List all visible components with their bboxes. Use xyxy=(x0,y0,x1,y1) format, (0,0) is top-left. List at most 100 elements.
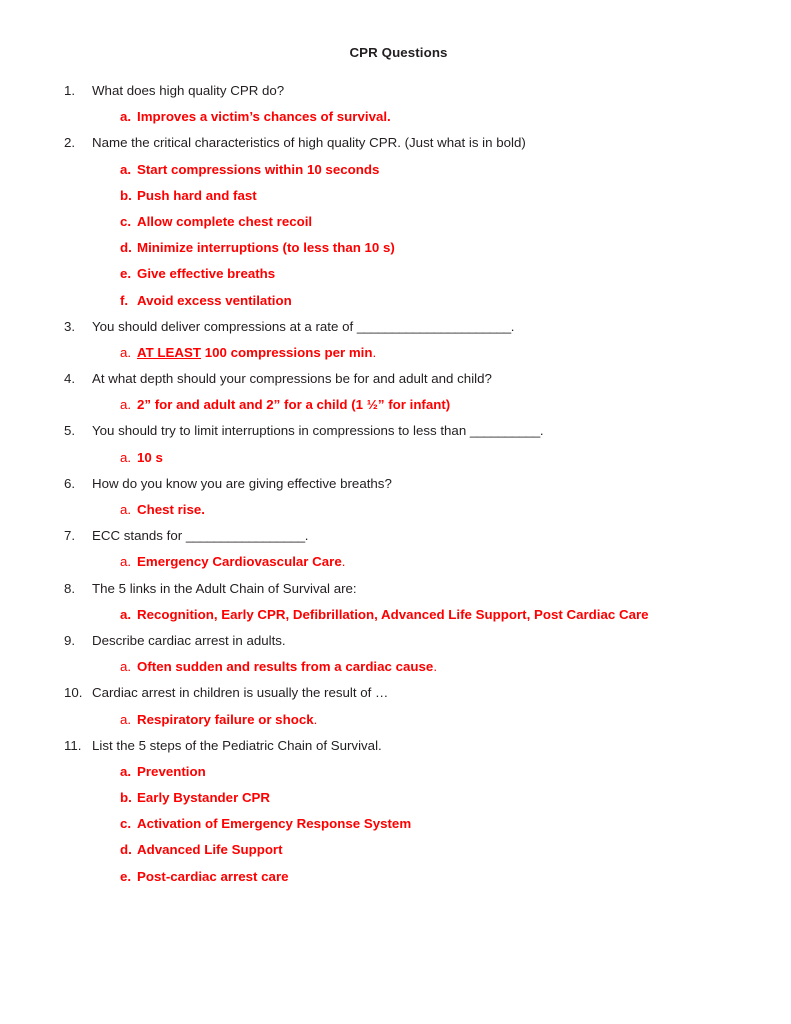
answer-text: Advanced Life Support xyxy=(137,842,283,858)
answer-text: Start compressions within 10 seconds xyxy=(137,161,380,177)
question-item: 1. What does high quality CPR do? xyxy=(0,78,791,104)
fill-in-blank: _________________ xyxy=(185,528,305,544)
question-number: 4. xyxy=(64,371,76,387)
answer-item: e. Give effective breaths xyxy=(0,261,791,287)
question-number: 8. xyxy=(64,580,76,596)
question-number: 1. xyxy=(64,83,76,98)
answer-text-tail: . xyxy=(313,711,318,727)
question-text: The 5 links in the Adult Chain of Surviv… xyxy=(92,580,357,596)
answer-letter: a. xyxy=(120,659,132,675)
answer-text: 2” for and adult and 2” for a child (1 ½… xyxy=(137,397,451,413)
answer-item: a. Emergency Cardiovascular Care. xyxy=(0,549,791,575)
question-number: 10. xyxy=(64,685,83,701)
answer-text: Emergency Cardiovascular Care xyxy=(137,554,342,570)
answer-text: Often sudden and results from a cardiac … xyxy=(137,659,434,675)
question-number: 7. xyxy=(64,528,76,544)
question-item: 3. You should deliver compressions at a r… xyxy=(0,314,791,340)
answer-text: Improves a victim’s chances of survival. xyxy=(137,109,391,125)
answer-letter: c. xyxy=(120,213,132,229)
question-item: 11. List the 5 steps of the Pediatric Cha… xyxy=(0,733,791,759)
document-page: CPR Questions 1. What does high quality C… xyxy=(0,0,791,1024)
question-text-tail: . xyxy=(510,318,515,334)
question-text-tail: . xyxy=(539,423,544,439)
answer-item: a. Start compressions within 10 seconds xyxy=(0,157,791,183)
answer-text: Chest rise. xyxy=(137,502,205,517)
answer-item: a. 10 s xyxy=(0,445,791,471)
answer-text-tail: . xyxy=(433,659,438,675)
answer-item: a. Improves a victim’s chances of surviva… xyxy=(0,104,791,130)
answer-letter: c. xyxy=(120,816,132,832)
answer-underlined-text: AT LEAST xyxy=(137,344,202,360)
question-text: At what depth should your compressions b… xyxy=(92,371,492,387)
answer-letter: a. xyxy=(120,397,132,413)
answer-text: Prevention xyxy=(137,763,206,779)
question-item: 4. At what depth should your compressions… xyxy=(0,366,791,392)
answer-item: a. Often sudden and results from a cardia… xyxy=(0,654,791,680)
question-text: You should try to limit interruptions in… xyxy=(92,423,470,439)
answer-item: d. Advanced Life Support xyxy=(0,837,791,863)
answer-item: a. Prevention xyxy=(0,759,791,785)
page-title: CPR Questions xyxy=(349,45,448,60)
answer-text: Post-cardiac arrest care xyxy=(137,868,289,884)
question-number: 3. xyxy=(64,318,76,334)
question-number: 9. xyxy=(64,632,76,648)
answer-letter: a. xyxy=(120,606,132,622)
answer-letter: e. xyxy=(120,868,132,884)
answer-item: a. Respiratory failure or shock. xyxy=(0,707,791,733)
answer-text: Give effective breaths xyxy=(137,266,276,282)
answer-text: Early Bystander CPR xyxy=(137,790,271,806)
question-item: 8. The 5 links in the Adult Chain of Surv… xyxy=(0,576,791,602)
answer-text: Activation of Emergency Response System xyxy=(137,816,412,832)
answer-letter: a. xyxy=(120,161,132,177)
question-text: You should deliver compressions at a rat… xyxy=(92,318,357,334)
answer-letter: f. xyxy=(120,292,129,308)
question-number: 5. xyxy=(64,423,76,439)
question-number: 11. xyxy=(64,737,82,753)
answer-text: Respiratory failure or shock xyxy=(137,711,314,727)
question-text: Name the critical characteristics of hig… xyxy=(92,135,526,151)
answer-letter: a. xyxy=(120,711,132,727)
answer-letter: a. xyxy=(120,344,132,360)
answer-letter: b. xyxy=(120,187,132,203)
answer-letter: a. xyxy=(120,502,132,517)
question-text: What does high quality CPR do? xyxy=(92,83,285,98)
question-item: 9. Describe cardiac arrest in adults. xyxy=(0,628,791,654)
answer-text: Push hard and fast xyxy=(137,187,257,203)
question-text-tail: . xyxy=(304,528,309,544)
question-item: 5. You should try to limit interruptions … xyxy=(0,418,791,444)
answer-item: c. Allow complete chest recoil xyxy=(0,209,791,235)
answer-text: Recognition, Early CPR, Defibrillation, … xyxy=(137,606,649,622)
answer-letter: b. xyxy=(120,790,132,806)
answer-item: c. Activation of Emergency Response Syste… xyxy=(0,811,791,837)
answer-text: Avoid excess ventilation xyxy=(137,292,292,308)
fill-in-blank: __________ xyxy=(469,423,540,439)
question-text: How do you know you are giving effective… xyxy=(92,475,392,491)
question-text: Cardiac arrest in children is usually th… xyxy=(92,685,389,701)
questions-list: 1. What does high quality CPR do? a. Improv… xyxy=(0,78,791,890)
answer-item: a. 2” for and adult and 2” for a child (1… xyxy=(0,392,791,418)
answer-item: f. Avoid excess ventilation xyxy=(0,288,791,314)
answer-item: b. Early Bystander CPR xyxy=(0,785,791,811)
answer-letter: a. xyxy=(120,109,132,125)
answer-letter: a. xyxy=(120,449,132,465)
answer-item: e. Post-cardiac arrest care xyxy=(0,864,791,890)
answer-item: a. AT LEAST 100 compressions per min. xyxy=(0,340,791,366)
question-text: ECC stands for xyxy=(92,528,186,544)
question-text: List the 5 steps of the Pediatric Chain … xyxy=(92,737,382,753)
answer-letter: a. xyxy=(120,554,132,570)
answer-text: Allow complete chest recoil xyxy=(137,213,313,229)
question-item: 6. How do you know you are giving effecti… xyxy=(0,471,791,497)
question-item: 7. ECC stands for _________________. xyxy=(0,523,791,549)
answer-item: a. Chest rise. xyxy=(0,497,791,523)
answer-text-tail: . xyxy=(372,344,377,360)
answer-item: a. Recognition, Early CPR, Defibrillation… xyxy=(0,602,791,628)
answer-letter: d. xyxy=(120,240,132,256)
answer-text-tail: . xyxy=(341,554,346,570)
question-text: Describe cardiac arrest in adults. xyxy=(92,632,286,648)
fill-in-blank: ______________________ xyxy=(356,318,511,334)
question-item: 2. Name the critical characteristics of h… xyxy=(0,130,791,156)
answer-item: b. Push hard and fast xyxy=(0,183,791,209)
answer-text: 100 compressions per min xyxy=(201,344,373,360)
answer-letter: d. xyxy=(120,842,132,858)
answer-letter: a. xyxy=(120,763,132,779)
